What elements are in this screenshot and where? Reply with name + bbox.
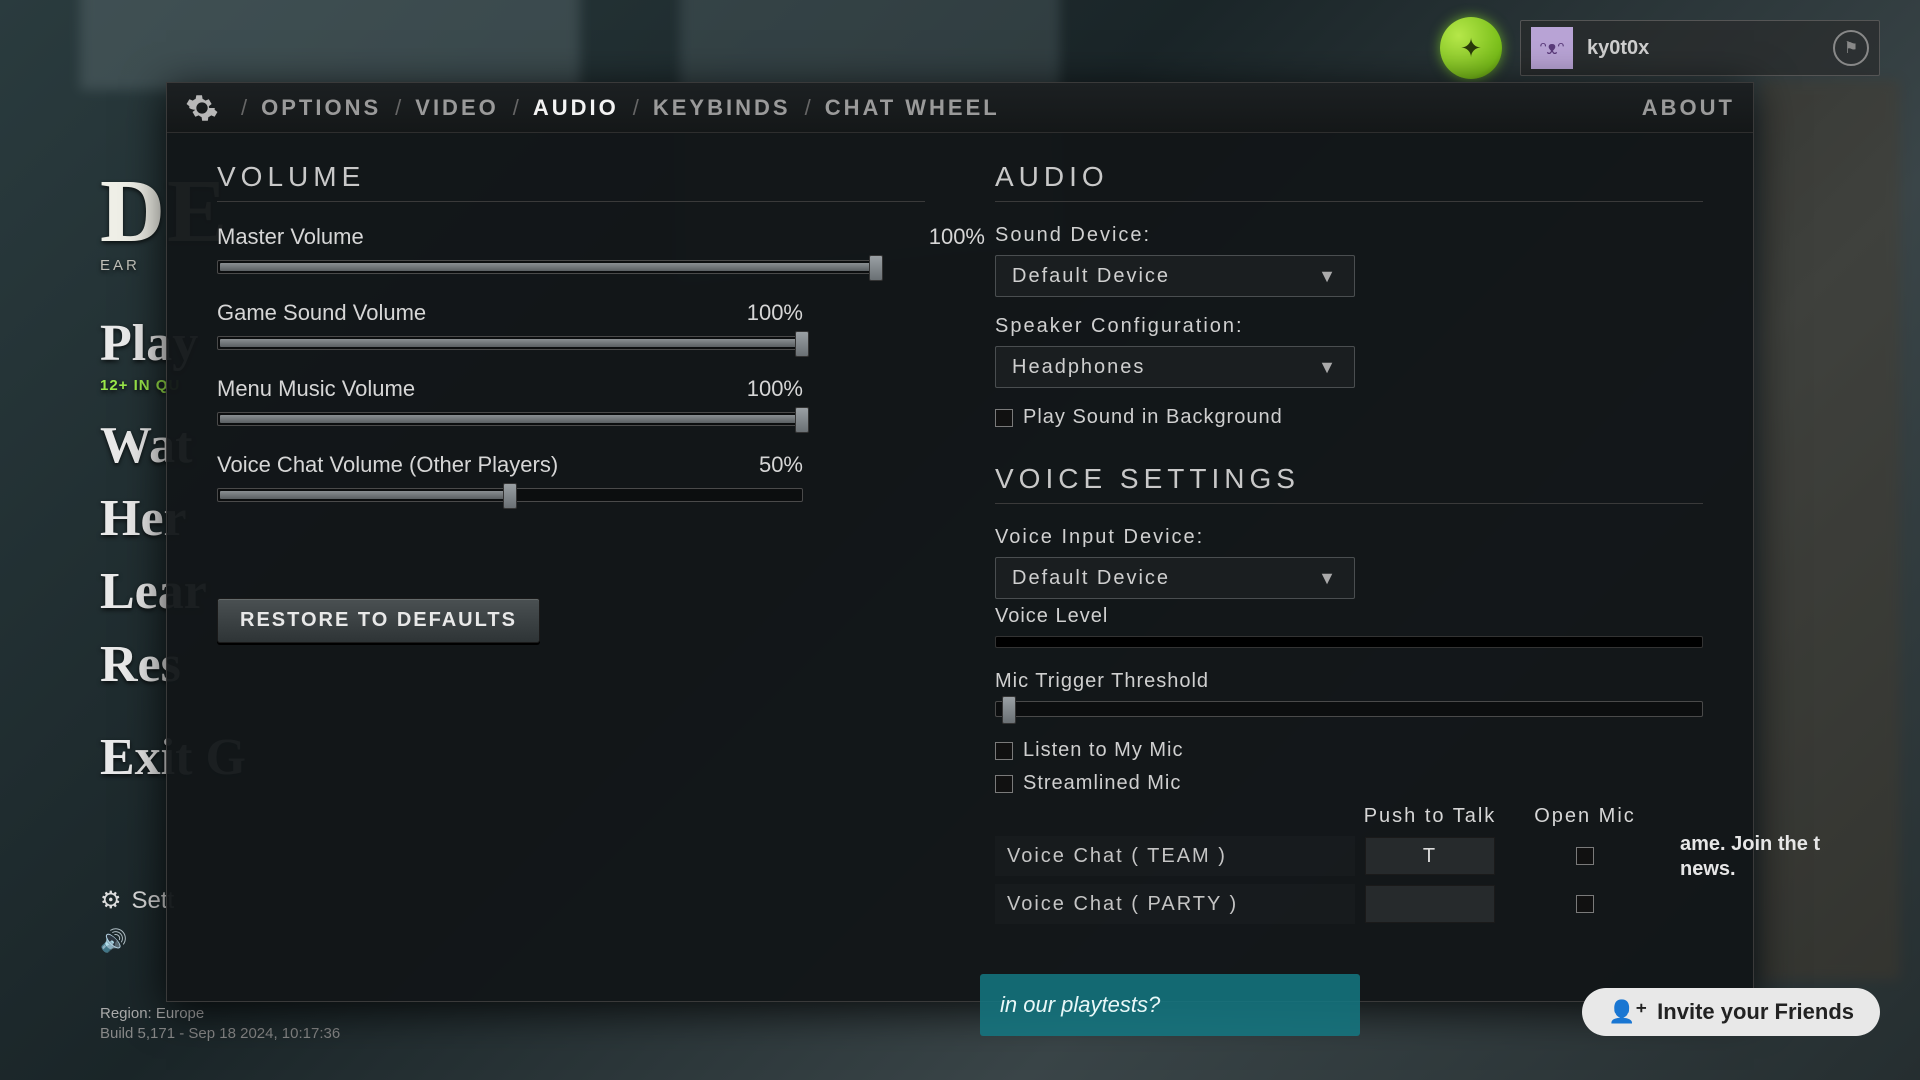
voice-volume-slider[interactable] xyxy=(217,488,803,502)
speaker-config-value: Headphones xyxy=(1012,356,1145,379)
voice-input-value: Default Device xyxy=(1012,567,1170,590)
menu-volume-slider[interactable] xyxy=(217,412,803,426)
invite-friends-button[interactable]: 👤⁺ Invite your Friends xyxy=(1582,988,1880,1036)
settings-tabbar: / OPTIONS / VIDEO / AUDIO / KEYBINDS / C… xyxy=(167,83,1753,133)
tab-chat-wheel[interactable]: CHAT WHEEL xyxy=(825,95,1000,121)
speaker-config-select[interactable]: Headphones ▼ xyxy=(995,346,1355,388)
tab-audio[interactable]: AUDIO xyxy=(533,95,619,121)
voice-team-key[interactable]: T xyxy=(1365,837,1495,875)
playtest-banner[interactable]: in our playtests? xyxy=(980,974,1360,1036)
voice-team-label: Voice Chat ( TEAM ) xyxy=(995,836,1355,876)
voice-party-openmic-checkbox[interactable] xyxy=(1576,895,1594,913)
speaker-config-label: Speaker Configuration: xyxy=(995,315,1703,338)
audio-title: AUDIO xyxy=(995,161,1703,193)
sound-device-select[interactable]: Default Device ▼ xyxy=(995,255,1355,297)
user-plus-icon: 👤⁺ xyxy=(1608,999,1647,1025)
avatar: ᵔᴥᵔ xyxy=(1531,27,1573,69)
currency-button[interactable]: ✦ xyxy=(1440,17,1502,79)
voice-input-select[interactable]: Default Device ▼ xyxy=(995,557,1355,599)
sound-device-label: Sound Device: xyxy=(995,224,1703,247)
divider xyxy=(995,503,1703,504)
username: ky0t0x xyxy=(1587,37,1649,60)
master-volume-label: Master Volume xyxy=(217,224,364,250)
divider xyxy=(995,201,1703,202)
news-blurb: ame. Join the t news. xyxy=(1680,832,1870,882)
voice-volume-label: Voice Chat Volume (Other Players) xyxy=(217,452,558,478)
play-sound-bg-checkbox[interactable] xyxy=(995,409,1013,427)
voice-party-key[interactable] xyxy=(1365,885,1495,923)
chevron-down-icon: ▼ xyxy=(1318,266,1338,287)
gear-icon[interactable] xyxy=(185,91,219,125)
divider xyxy=(217,201,925,202)
tab-about[interactable]: ABOUT xyxy=(1642,95,1735,121)
region-info: Region: Europe xyxy=(100,1005,204,1022)
openmic-column-header: Open Mic xyxy=(1505,805,1665,828)
build-info: Build 5,171 - Sep 18 2024, 10:17:36 xyxy=(100,1025,340,1042)
tab-options[interactable]: OPTIONS xyxy=(261,95,381,121)
voice-input-label: Voice Input Device: xyxy=(995,526,1703,549)
play-sound-bg-label: Play Sound in Background xyxy=(1023,406,1283,429)
game-volume-slider[interactable] xyxy=(217,336,803,350)
listen-mic-checkbox[interactable] xyxy=(995,742,1013,760)
game-volume-value: 100% xyxy=(747,300,803,326)
listen-mic-label: Listen to My Mic xyxy=(1023,739,1183,762)
user-panel[interactable]: ᵔᴥᵔ ky0t0x ⚑ xyxy=(1520,20,1880,76)
volume-section: VOLUME Master Volume 100% Game Sound Vol… xyxy=(217,161,925,924)
gear-icon: ⚙ xyxy=(100,886,122,915)
sound-device-value: Default Device xyxy=(1012,265,1170,288)
flag-icon: ⚑ xyxy=(1844,38,1858,58)
invite-friends-label: Invite your Friends xyxy=(1657,999,1854,1025)
menu-volume-value: 100% xyxy=(747,376,803,402)
restore-defaults-button[interactable]: RESTORE TO DEFAULTS xyxy=(217,598,540,643)
tab-video[interactable]: VIDEO xyxy=(415,95,498,121)
streamlined-mic-label: Streamlined Mic xyxy=(1023,772,1181,795)
volume-title: VOLUME xyxy=(217,161,925,193)
mic-threshold-label: Mic Trigger Threshold xyxy=(995,670,1703,693)
coin-icon: ✦ xyxy=(1460,33,1482,64)
mic-threshold-slider[interactable] xyxy=(995,701,1703,717)
speaker-icon: 🔊 xyxy=(100,928,127,953)
chevron-down-icon: ▼ xyxy=(1318,357,1338,378)
streamlined-mic-checkbox[interactable] xyxy=(995,775,1013,793)
tab-keybinds[interactable]: KEYBINDS xyxy=(653,95,791,121)
ptt-column-header: Push to Talk xyxy=(1355,805,1505,828)
game-volume-label: Game Sound Volume xyxy=(217,300,426,326)
audio-section: AUDIO Sound Device: Default Device ▼ Spe… xyxy=(995,161,1703,924)
mute-toggle[interactable]: 🔊 xyxy=(100,928,127,954)
voice-level-label: Voice Level xyxy=(995,605,1703,628)
voice-title: VOICE SETTINGS xyxy=(995,463,1703,495)
voice-volume-value: 50% xyxy=(759,452,803,478)
report-button[interactable]: ⚑ xyxy=(1833,30,1869,66)
voice-level-meter xyxy=(995,636,1703,648)
master-volume-slider[interactable] xyxy=(217,260,877,274)
chevron-down-icon: ▼ xyxy=(1318,568,1338,589)
menu-volume-label: Menu Music Volume xyxy=(217,376,415,402)
master-volume-value: 100% xyxy=(929,224,985,250)
voice-party-label: Voice Chat ( PARTY ) xyxy=(995,884,1355,924)
sidebar-item-settings[interactable]: ⚙ Sett xyxy=(100,886,174,915)
voice-team-openmic-checkbox[interactable] xyxy=(1576,847,1594,865)
settings-panel: / OPTIONS / VIDEO / AUDIO / KEYBINDS / C… xyxy=(166,82,1754,1002)
background-blob xyxy=(80,0,580,90)
